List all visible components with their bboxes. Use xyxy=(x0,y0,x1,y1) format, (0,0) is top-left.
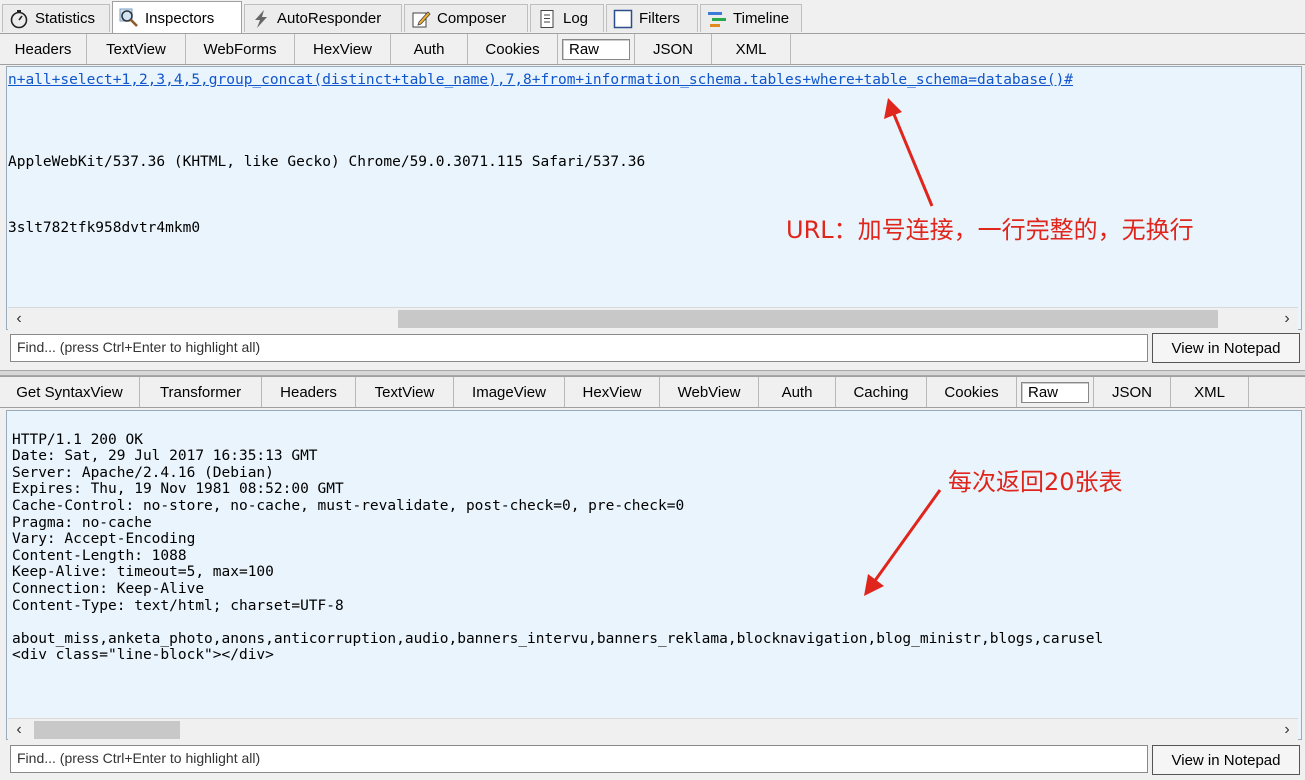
lightning-icon xyxy=(255,9,267,28)
response-line: Keep-Alive: timeout=5, max=100 xyxy=(12,564,274,581)
response-view-in-notepad-button[interactable]: View in Notepad xyxy=(1152,745,1300,775)
response-tab-raw[interactable]: Raw xyxy=(1017,377,1094,407)
request-tab-cookies[interactable]: Cookies xyxy=(468,34,558,64)
scrollbar-thumb[interactable] xyxy=(34,721,180,739)
request-view-tabs: Headers TextView WebForms HexView Auth C… xyxy=(0,33,1305,65)
response-line: Expires: Thu, 19 Nov 1981 08:52:00 GMT xyxy=(12,481,344,498)
response-line: Connection: Keep-Alive xyxy=(12,580,205,597)
tab-label: Log xyxy=(563,10,589,27)
response-tab-headers[interactable]: Headers xyxy=(262,377,356,407)
response-tab-json[interactable]: JSON xyxy=(1094,377,1171,407)
scroll-right-icon[interactable]: › xyxy=(1276,719,1298,741)
request-raw-textarea[interactable] xyxy=(6,66,1302,330)
response-line: <div class="line-block"></div> xyxy=(12,647,274,664)
url-annotation-text: URL：加号连接，一行完整的，无换行 xyxy=(786,216,1194,244)
scroll-left-icon[interactable]: ‹ xyxy=(8,719,30,741)
checkbox-icon xyxy=(613,9,633,28)
timeline-icon xyxy=(708,11,726,27)
response-tab-caching[interactable]: Caching xyxy=(836,377,927,407)
scroll-right-icon[interactable]: › xyxy=(1276,308,1298,330)
response-tab-hexview[interactable]: HexView xyxy=(565,377,660,407)
magnifier-icon xyxy=(119,8,138,27)
request-url-line: n+all+select+1,2,3,4,5,group_concat(dist… xyxy=(8,72,1074,88)
tab-filters[interactable]: Filters xyxy=(606,4,698,32)
tab-inspectors[interactable]: Inspectors xyxy=(112,1,242,34)
request-cookie-line: 3slt782tfk958dvtr4mkm0 xyxy=(8,220,201,236)
response-body-text: HTTP/1.1 200 OK Date: Sat, 29 Jul 2017 16… xyxy=(12,415,1103,681)
tab-composer[interactable]: Composer xyxy=(404,4,528,32)
response-line: Pragma: no-cache xyxy=(12,514,152,531)
document-icon xyxy=(540,9,554,28)
response-line: Content-Type: text/html; charset=UTF-8 xyxy=(12,597,344,614)
tab-timeline[interactable]: Timeline xyxy=(700,4,802,32)
tab-label: Filters xyxy=(639,10,680,27)
request-tab-raw[interactable]: Raw xyxy=(558,34,635,64)
tab-log[interactable]: Log xyxy=(530,4,604,32)
response-find-input[interactable]: Find... (press Ctrl+Enter to highlight a… xyxy=(10,745,1148,773)
response-line: Cache-Control: no-store, no-cache, must-… xyxy=(12,497,685,514)
response-line: Date: Sat, 29 Jul 2017 16:35:13 GMT xyxy=(12,448,318,465)
response-line: ​ xyxy=(12,614,1103,631)
response-line: HTTP/1.1 200 OK xyxy=(12,431,143,448)
response-line: about_miss,anketa_photo,anons,anticorrup… xyxy=(12,630,1104,647)
tab-autoresponder[interactable]: AutoResponder xyxy=(244,4,402,32)
request-tab-json[interactable]: JSON xyxy=(635,34,712,64)
response-tab-cookies[interactable]: Cookies xyxy=(927,377,1017,407)
response-line: Content-Length: 1088 xyxy=(12,547,187,564)
tab-statistics[interactable]: Statistics xyxy=(2,4,110,32)
tab-label: Statistics xyxy=(35,10,96,27)
pencil-icon xyxy=(412,10,431,27)
response-tab-xml[interactable]: XML xyxy=(1171,377,1249,407)
request-view-in-notepad-button[interactable]: View in Notepad xyxy=(1152,333,1300,363)
request-tab-headers[interactable]: Headers xyxy=(0,34,87,64)
request-find-input[interactable]: Find... (press Ctrl+Enter to highlight a… xyxy=(10,334,1148,362)
tab-label: Composer xyxy=(437,10,507,27)
response-line: Server: Apache/2.4.16 (Debian) xyxy=(12,464,274,481)
response-tab-imageview[interactable]: ImageView xyxy=(454,377,565,407)
scrollbar-thumb[interactable] xyxy=(398,310,1218,328)
request-tab-xml[interactable]: XML xyxy=(712,34,791,64)
response-tab-transformer[interactable]: Transformer xyxy=(140,377,262,407)
response-line: Vary: Accept-Encoding xyxy=(12,531,196,548)
response-tab-get-syntaxview[interactable]: Get SyntaxView xyxy=(0,377,140,407)
scroll-left-icon[interactable]: ‹ xyxy=(8,308,30,330)
request-tab-hexview[interactable]: HexView xyxy=(295,34,391,64)
request-user-agent-line: AppleWebKit/537.36 (KHTML, like Gecko) C… xyxy=(8,154,646,170)
request-horizontal-scrollbar[interactable]: ‹ › xyxy=(8,307,1298,330)
response-tab-textview[interactable]: TextView xyxy=(356,377,454,407)
tables-annotation-text: 每次返回20张表 xyxy=(948,468,1123,496)
stopwatch-icon xyxy=(10,9,28,28)
request-tab-auth[interactable]: Auth xyxy=(391,34,468,64)
response-horizontal-scrollbar[interactable]: ‹ › xyxy=(8,718,1298,741)
tab-label: Timeline xyxy=(733,10,790,27)
response-tab-webview[interactable]: WebView xyxy=(660,377,759,407)
request-tab-webforms[interactable]: WebForms xyxy=(186,34,295,64)
inspector-tab-strip: Statistics Inspectors AutoResponder Comp… xyxy=(0,0,1305,34)
tab-label: Inspectors xyxy=(145,9,215,27)
request-tab-textview[interactable]: TextView xyxy=(87,34,186,64)
tab-label: AutoResponder xyxy=(277,10,382,27)
response-view-tabs: Get SyntaxView Transformer Headers TextV… xyxy=(0,376,1305,408)
response-tab-auth[interactable]: Auth xyxy=(759,377,836,407)
